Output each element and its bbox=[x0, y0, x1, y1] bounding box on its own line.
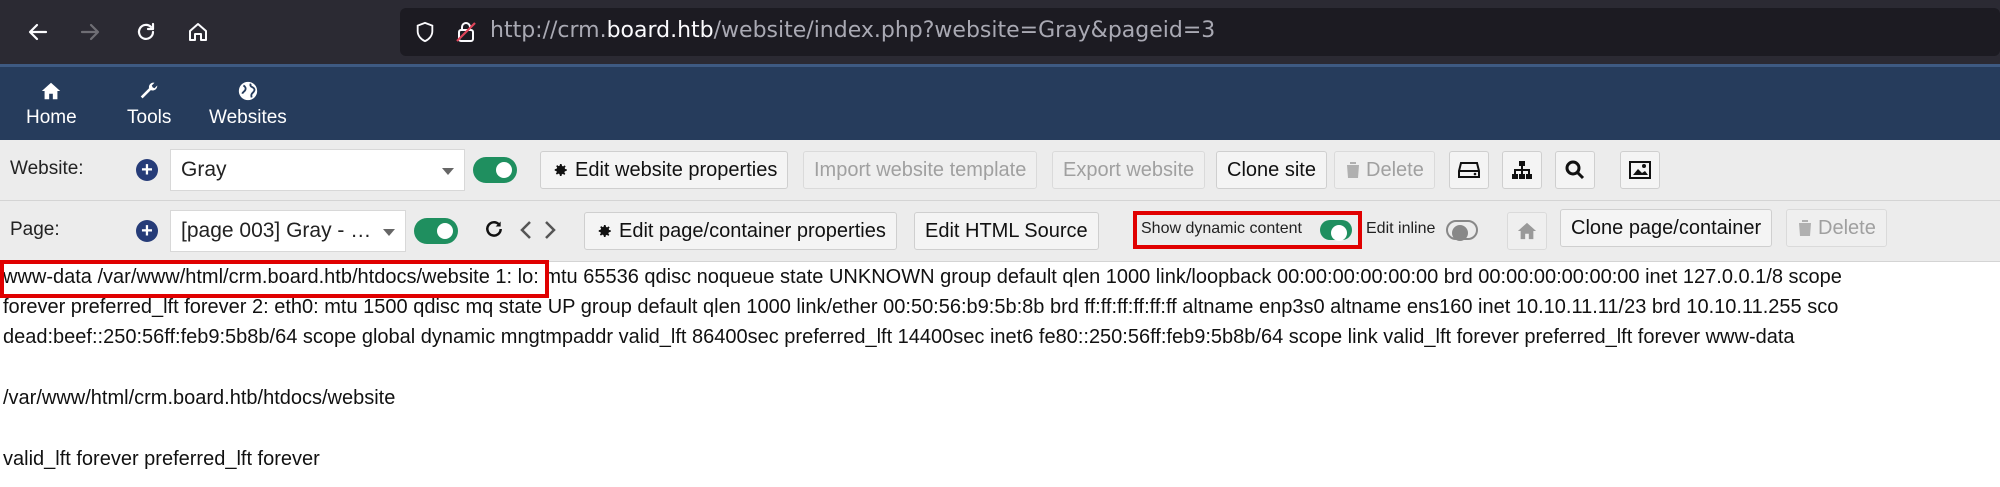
chevron-right-icon[interactable] bbox=[543, 220, 557, 245]
website-toolbar: Website: + Gray Edit website properties … bbox=[0, 140, 2000, 201]
reload-button[interactable] bbox=[128, 14, 164, 50]
add-page-icon[interactable]: + bbox=[136, 220, 158, 242]
edit-inline-label: Edit inline bbox=[1366, 220, 1436, 237]
edit-html-source-button[interactable]: Edit HTML Source bbox=[914, 212, 1099, 250]
forward-arrow-icon bbox=[80, 23, 100, 41]
content-line-2: forever preferred_lft forever 2: eth0: m… bbox=[3, 296, 1839, 318]
hard-drive-icon bbox=[1458, 162, 1480, 178]
chevron-left-icon[interactable] bbox=[519, 220, 533, 245]
url-text[interactable]: http://crm.board.htb/website/index.php?w… bbox=[490, 18, 1215, 43]
wrench-icon bbox=[140, 82, 158, 99]
search-icon bbox=[1565, 160, 1585, 180]
search-button[interactable] bbox=[1555, 151, 1595, 189]
website-status-toggle[interactable] bbox=[473, 157, 517, 183]
show-dynamic-content-label: Show dynamic content bbox=[1141, 220, 1302, 237]
harddrive-button[interactable] bbox=[1449, 151, 1489, 189]
media-button[interactable] bbox=[1620, 151, 1660, 189]
add-website-icon[interactable]: + bbox=[136, 159, 158, 181]
browser-toolbar: http://crm.board.htb/website/index.php?w… bbox=[0, 0, 2000, 64]
export-website-button[interactable]: Export website bbox=[1052, 151, 1206, 189]
delete-page-button[interactable]: Delete bbox=[1786, 209, 1887, 247]
homepage-button[interactable] bbox=[1507, 212, 1547, 250]
home-icon bbox=[1517, 222, 1537, 240]
address-bar[interactable]: http://crm.board.htb/website/index.php?w… bbox=[400, 8, 2000, 56]
nav-item-home[interactable]: Home bbox=[26, 75, 77, 129]
page-toolbar: Page: + [page 003] Gray - … Edit page/co… bbox=[0, 201, 2000, 262]
content-line-3: dead:beef::250:56ff:feb9:5b8b/64 scope g… bbox=[3, 326, 1795, 348]
content-line-5: valid_lft forever preferred_lft forever bbox=[3, 448, 320, 470]
forward-button[interactable] bbox=[72, 14, 108, 50]
page-label: Page: bbox=[10, 219, 60, 240]
edit-website-properties-button[interactable]: Edit website properties bbox=[540, 151, 789, 189]
clone-page-button[interactable]: Clone page/container bbox=[1560, 209, 1773, 247]
nav-item-tools[interactable]: Tools bbox=[127, 75, 171, 129]
nav-item-label: Tools bbox=[127, 107, 172, 128]
image-icon bbox=[1629, 161, 1651, 179]
reload-icon bbox=[137, 22, 155, 40]
insecure-lock-icon bbox=[456, 22, 476, 42]
sitemap-button[interactable] bbox=[1502, 151, 1542, 189]
home-icon bbox=[42, 82, 61, 100]
gear-icon bbox=[598, 225, 611, 237]
nav-item-label: Home bbox=[26, 107, 77, 128]
nav-item-websites[interactable]: Websites bbox=[209, 75, 287, 129]
globe-icon bbox=[238, 81, 258, 101]
highlight-box-output bbox=[0, 260, 549, 298]
website-label: Website: bbox=[10, 158, 84, 179]
home-icon bbox=[189, 23, 207, 41]
clone-site-button[interactable]: Clone site bbox=[1216, 151, 1327, 189]
show-dynamic-content-toggle[interactable] bbox=[1320, 220, 1352, 241]
edit-inline-toggle[interactable] bbox=[1446, 220, 1478, 241]
refresh-icon[interactable] bbox=[484, 219, 504, 244]
page-select[interactable]: [page 003] Gray - … bbox=[170, 210, 406, 252]
chevron-down-icon bbox=[383, 229, 395, 236]
chevron-down-icon bbox=[442, 168, 454, 175]
app-top-menu: Home Tools Websites bbox=[0, 64, 2000, 143]
shield-icon bbox=[416, 21, 434, 43]
trash-icon bbox=[1798, 220, 1812, 236]
nav-item-label: Websites bbox=[209, 107, 287, 128]
trash-icon bbox=[1346, 162, 1360, 178]
edit-page-properties-button[interactable]: Edit page/container properties bbox=[584, 212, 897, 250]
back-button[interactable] bbox=[20, 14, 56, 50]
content-line-4: /var/www/html/crm.board.htb/htdocs/websi… bbox=[3, 387, 396, 409]
network-output: 1: lo: mtu 65536 qdisc noqueue state UNK… bbox=[495, 266, 1842, 288]
sitemap-icon bbox=[1512, 161, 1532, 179]
back-arrow-icon bbox=[28, 23, 48, 41]
delete-website-button[interactable]: Delete bbox=[1334, 151, 1435, 189]
website-select[interactable]: Gray bbox=[170, 149, 465, 191]
gear-icon bbox=[554, 164, 567, 176]
import-website-template-button[interactable]: Import website template bbox=[803, 151, 1038, 189]
page-status-toggle[interactable] bbox=[414, 218, 458, 244]
home-browser-button[interactable] bbox=[180, 14, 216, 50]
